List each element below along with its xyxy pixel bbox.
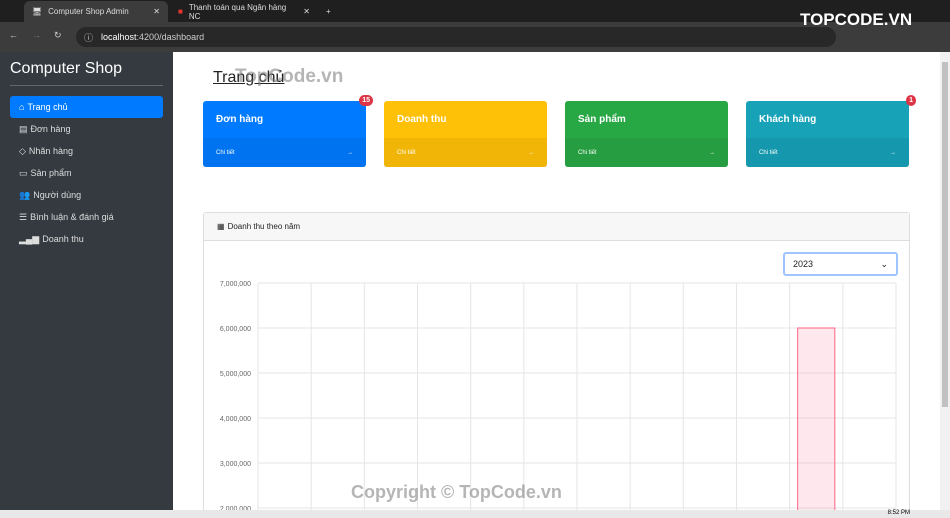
card-detail-link[interactable]: Chi tiết → [746,138,909,167]
tab-computer-shop-admin[interactable]: 🖥 Computer Shop Admin ✕ [24,1,168,22]
arrow-right-icon: → [347,149,353,156]
badge: 1 [906,95,916,106]
monitor-icon: ▭ [19,167,28,178]
y-tick-label: 4,000,000 [220,416,251,423]
monitor-icon: 🖥 [32,7,43,16]
back-icon[interactable]: ← [9,30,18,40]
link-label: Chi tiết [578,149,597,156]
card-detail-link[interactable]: Chi tiết → [203,138,366,167]
revenue-chart: 7,000,000 6,000,000 5,000,000 4,000,000 3,00… [220,281,897,510]
list-icon: ☰ [19,211,28,222]
sidebar-item-brands[interactable]: ◇ Nhãn hàng [10,140,163,162]
link-label: Chi tiết [216,149,235,156]
card-orders: Đơn hàng Chi tiết → 15 [203,95,373,167]
tab-bank-payment[interactable]: ■ Thanh toán qua Ngân hàng NC ✕ [170,1,318,22]
url-path: :4200/dashboard [136,32,205,42]
close-icon[interactable]: ✕ [303,7,310,16]
table-icon: ▦ [217,222,225,231]
watermark-top: TopCode.vn [235,66,344,87]
y-tick-label: 7,000,000 [220,281,251,288]
close-icon[interactable]: ✕ [153,7,160,16]
revenue-panel: ▦ Doanh thu theo năm 2023 ⌄ 7,000,000 6,000… [203,212,910,510]
bank-icon: ■ [178,7,183,16]
sidebar: Computer Shop ⌂ Trang chủ ▤ Đơn hàng ◇ Nhãn… [0,52,173,510]
card-detail-link[interactable]: Chi tiết → [565,138,728,167]
sidebar-item-label: Sản phẩm [30,168,72,178]
taskbar: 8:52 PM [0,510,950,518]
clock: 8:52 PM [887,510,910,516]
sidebar-item-users[interactable]: 👥 Người dùng [10,184,163,206]
info-icon: ⓘ [84,32,94,43]
sidebar-item-label: Đơn hàng [30,124,71,134]
card-title: Doanh thu [397,114,447,125]
card-detail-link[interactable]: Chi tiết → [384,138,547,167]
url-input[interactable]: ⓘ localhost:4200/dashboard [76,27,836,47]
receipt-icon: ▤ [19,123,28,134]
card-revenue: Doanh thu Chi tiết → [384,101,547,167]
bar-chart-icon: ▂▄▆ [19,233,40,244]
y-tick-label: 6,000,000 [220,326,251,333]
tab-label: Thanh toán qua Ngân hàng NC [188,2,287,21]
sidebar-item-orders[interactable]: ▤ Đơn hàng [10,118,163,140]
url-host: localhost [101,32,137,42]
sidebar-item-label: Nhãn hàng [28,146,73,156]
address-bar-row: ← → ↻ ⓘ localhost:4200/dashboard TOPCODE.… [0,10,950,52]
arrow-right-icon: → [528,149,534,156]
link-label: Chi tiết [759,149,778,156]
forward-icon[interactable]: → [32,30,41,40]
card-products: Sản phẩm Chi tiết → [565,101,728,167]
chevron-down-icon: ⌄ [880,258,888,269]
sidebar-item-home[interactable]: ⌂ Trang chủ [10,96,163,118]
sidebar-item-label: Người dùng [33,190,82,200]
brand: Computer Shop [10,60,163,86]
y-tick-label: 5,000,000 [220,371,251,378]
card-title: Đơn hàng [216,114,264,125]
link-label: Chi tiết [397,149,416,156]
scrollbar[interactable] [940,52,950,510]
new-tab-button[interactable]: + [318,1,339,22]
home-icon: ⌂ [19,102,25,112]
sidebar-item-revenue[interactable]: ▂▄▆ Doanh thu [10,228,163,250]
scrollbar-thumb[interactable] [942,62,948,407]
arrow-right-icon: → [890,149,896,156]
y-tick-label: 3,000,000 [220,461,251,468]
sidebar-item-label: Doanh thu [42,234,84,244]
reload-icon[interactable]: ↻ [54,30,62,41]
badge: 15 [359,95,373,106]
card-title: Khách hàng [759,114,817,125]
arrow-right-icon: → [709,149,715,156]
sidebar-item-products[interactable]: ▭ Sản phẩm [10,162,163,184]
sidebar-item-label: Bình luận & đánh giá [30,212,114,222]
bar [797,327,836,510]
panel-title: Doanh thu theo năm [227,222,301,231]
card-customers: Khách hàng Chi tiết → 1 [746,95,916,167]
year-select-value: 2023 [793,259,814,269]
sidebar-item-reviews[interactable]: ☰ Bình luận & đánh giá [10,206,163,228]
main-content: Trang chủ TopCode.vn Đơn hàng Chi tiết → 15… [173,52,940,510]
topcode-logo: TOPCODE.VN [800,10,913,29]
sidebar-item-label: Trang chủ [27,102,68,112]
watermark-bottom: Copyright © TopCode.vn [351,482,562,502]
card-title: Sản phẩm [578,114,626,125]
tab-label: Computer Shop Admin [48,7,129,16]
tag-icon: ◇ [19,145,26,156]
users-icon: 👥 [19,189,31,200]
